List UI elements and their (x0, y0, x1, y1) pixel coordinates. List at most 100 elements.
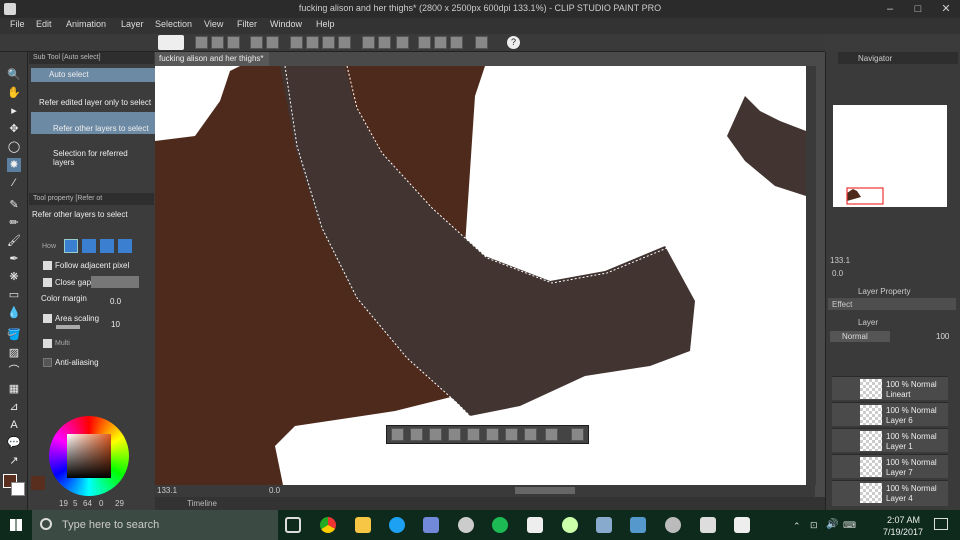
saturation-square[interactable] (67, 434, 111, 478)
navigator-preview[interactable] (833, 105, 947, 207)
steam-icon[interactable] (458, 517, 474, 533)
layer-row[interactable]: 100 % Normal Layer 6 (832, 402, 948, 426)
sub-tool-refer-other[interactable]: Refer other layers to select (31, 112, 172, 134)
balloon-icon[interactable]: 💬 (7, 436, 21, 450)
current-color-swatch[interactable] (31, 476, 45, 490)
layer-row[interactable]: 100 % Normal Layer 1 (832, 428, 948, 452)
timeline-label[interactable]: Timeline (187, 499, 217, 508)
airbrush-icon[interactable]: ✒ (7, 252, 21, 266)
chrome-icon[interactable] (320, 517, 336, 533)
launcher-transform-icon[interactable] (486, 428, 499, 441)
clock-time[interactable]: 2:07 AM (887, 515, 920, 525)
eyedropper-icon[interactable]: ⁄ (7, 176, 21, 190)
zoom-readout[interactable]: 133.1 (157, 486, 177, 495)
close-button[interactable]: ✕ (932, 0, 960, 18)
layer-row[interactable]: 100 % Normal Lineart (832, 376, 948, 400)
canvas[interactable] (155, 66, 806, 485)
horizontal-scroll-thumb[interactable] (515, 487, 575, 494)
operation-icon[interactable]: ▸ (7, 104, 21, 118)
selection-mode-intersect[interactable] (118, 239, 132, 253)
multi-checkbox[interactable] (43, 339, 52, 348)
navigator-zoom[interactable]: 133.1 (830, 256, 850, 265)
paint-app-icon[interactable] (562, 517, 578, 533)
launcher-invert-icon[interactable] (410, 428, 423, 441)
tray-chevron-icon[interactable]: ⌃ (793, 521, 801, 532)
clip-studio-taskbar-icon[interactable] (527, 517, 543, 533)
menu-animation[interactable]: Animation (62, 19, 110, 29)
layer-row[interactable]: 100 % Normal Layer 7 (832, 454, 948, 478)
area-scaling-value[interactable]: 10 (111, 320, 120, 329)
navigator-header[interactable]: Navigator (858, 54, 892, 63)
fill-bucket-icon[interactable]: 🪣 (7, 328, 21, 342)
blend-icon[interactable]: 💧 (7, 306, 21, 320)
layer-property-header[interactable]: Layer Property (858, 287, 910, 296)
gradient-icon[interactable]: ▨ (7, 346, 21, 360)
clip-studio-icon[interactable] (158, 35, 184, 50)
launcher-tone-icon[interactable] (545, 428, 558, 441)
menu-view[interactable]: View (200, 19, 227, 29)
skype-icon[interactable] (389, 517, 405, 533)
anti-alias-checkbox[interactable] (43, 358, 52, 367)
network-icon[interactable]: ⊡ (810, 520, 818, 531)
close-gap-slider[interactable] (91, 276, 139, 288)
launcher-shrink-icon[interactable] (448, 428, 461, 441)
auto-select-icon[interactable]: ✸ (7, 158, 21, 172)
menu-selection[interactable]: Selection (151, 19, 196, 29)
launcher-expand-icon[interactable] (429, 428, 442, 441)
sub-color-swatch[interactable] (11, 482, 25, 496)
follow-adjacent-checkbox[interactable] (43, 261, 52, 270)
file-explorer-icon[interactable] (355, 517, 371, 533)
area-scaling-slider[interactable] (56, 325, 80, 329)
hand-icon[interactable]: ✋ (7, 86, 21, 100)
launcher-settings-icon[interactable] (571, 428, 584, 441)
clock-date[interactable]: 7/19/2017 (883, 527, 923, 537)
task-view-icon[interactable] (285, 517, 301, 533)
correct-line-icon[interactable]: ↗ (7, 454, 21, 468)
opacity-value[interactable]: 100 (936, 332, 949, 341)
frame-icon[interactable]: ▦ (7, 382, 21, 396)
layout-icon[interactable] (475, 36, 488, 49)
launcher-scale-icon[interactable] (505, 428, 518, 441)
discord-icon[interactable] (423, 517, 439, 533)
new-icon[interactable] (195, 36, 208, 49)
open-icon[interactable] (211, 36, 224, 49)
mail-icon[interactable] (734, 517, 750, 533)
zoom-icon[interactable]: 🔍 (7, 68, 21, 82)
color-margin-value[interactable]: 0.0 (110, 297, 121, 306)
menu-layer[interactable]: Layer (117, 19, 148, 29)
minimize-button[interactable]: – (876, 0, 904, 18)
app-icon-generic[interactable] (665, 517, 681, 533)
taskbar-search[interactable]: Type here to search (32, 510, 278, 540)
menu-filter[interactable]: Filter (233, 19, 261, 29)
pencil-icon[interactable]: ✏ (7, 216, 21, 230)
save-icon[interactable] (227, 36, 240, 49)
calculator-icon[interactable] (700, 517, 716, 533)
area-scaling-checkbox[interactable] (43, 314, 52, 323)
layer-row[interactable]: 100 % Normal Layer 4 (832, 480, 948, 506)
sub-tool-selection-referred[interactable]: Selection for referred layers (31, 138, 172, 167)
layer-panel-header[interactable]: Layer (858, 318, 878, 327)
spotify-icon[interactable] (492, 517, 508, 533)
angle-readout[interactable]: 0.0 (269, 486, 280, 495)
launcher-deselect-icon[interactable] (391, 428, 404, 441)
snap-icon[interactable] (434, 36, 447, 49)
transform-icon[interactable] (290, 36, 303, 49)
invert-icon[interactable] (378, 36, 391, 49)
pen-icon[interactable]: ✎ (7, 198, 21, 212)
select-all-icon[interactable] (396, 36, 409, 49)
vertical-scrollbar[interactable] (806, 66, 816, 485)
selection-mode-add[interactable] (82, 239, 96, 253)
fill-icon[interactable] (322, 36, 335, 49)
sub-tool-refer-edited[interactable]: Refer edited layer only to select (31, 88, 172, 110)
notification-icon[interactable] (934, 518, 948, 530)
figure-icon[interactable]: ⌒ (7, 364, 21, 378)
eraser-icon[interactable]: ▭ (7, 288, 21, 302)
deselect-icon[interactable] (362, 36, 375, 49)
launcher-move-icon[interactable] (467, 428, 480, 441)
keyboard-icon[interactable]: ⌨ (843, 520, 856, 531)
photos-app-icon[interactable] (630, 517, 646, 533)
selection-transform-icon[interactable] (306, 36, 319, 49)
menu-help[interactable]: Help (312, 19, 339, 29)
move-icon[interactable]: ✥ (7, 122, 21, 136)
maximize-button[interactable]: □ (904, 0, 932, 18)
